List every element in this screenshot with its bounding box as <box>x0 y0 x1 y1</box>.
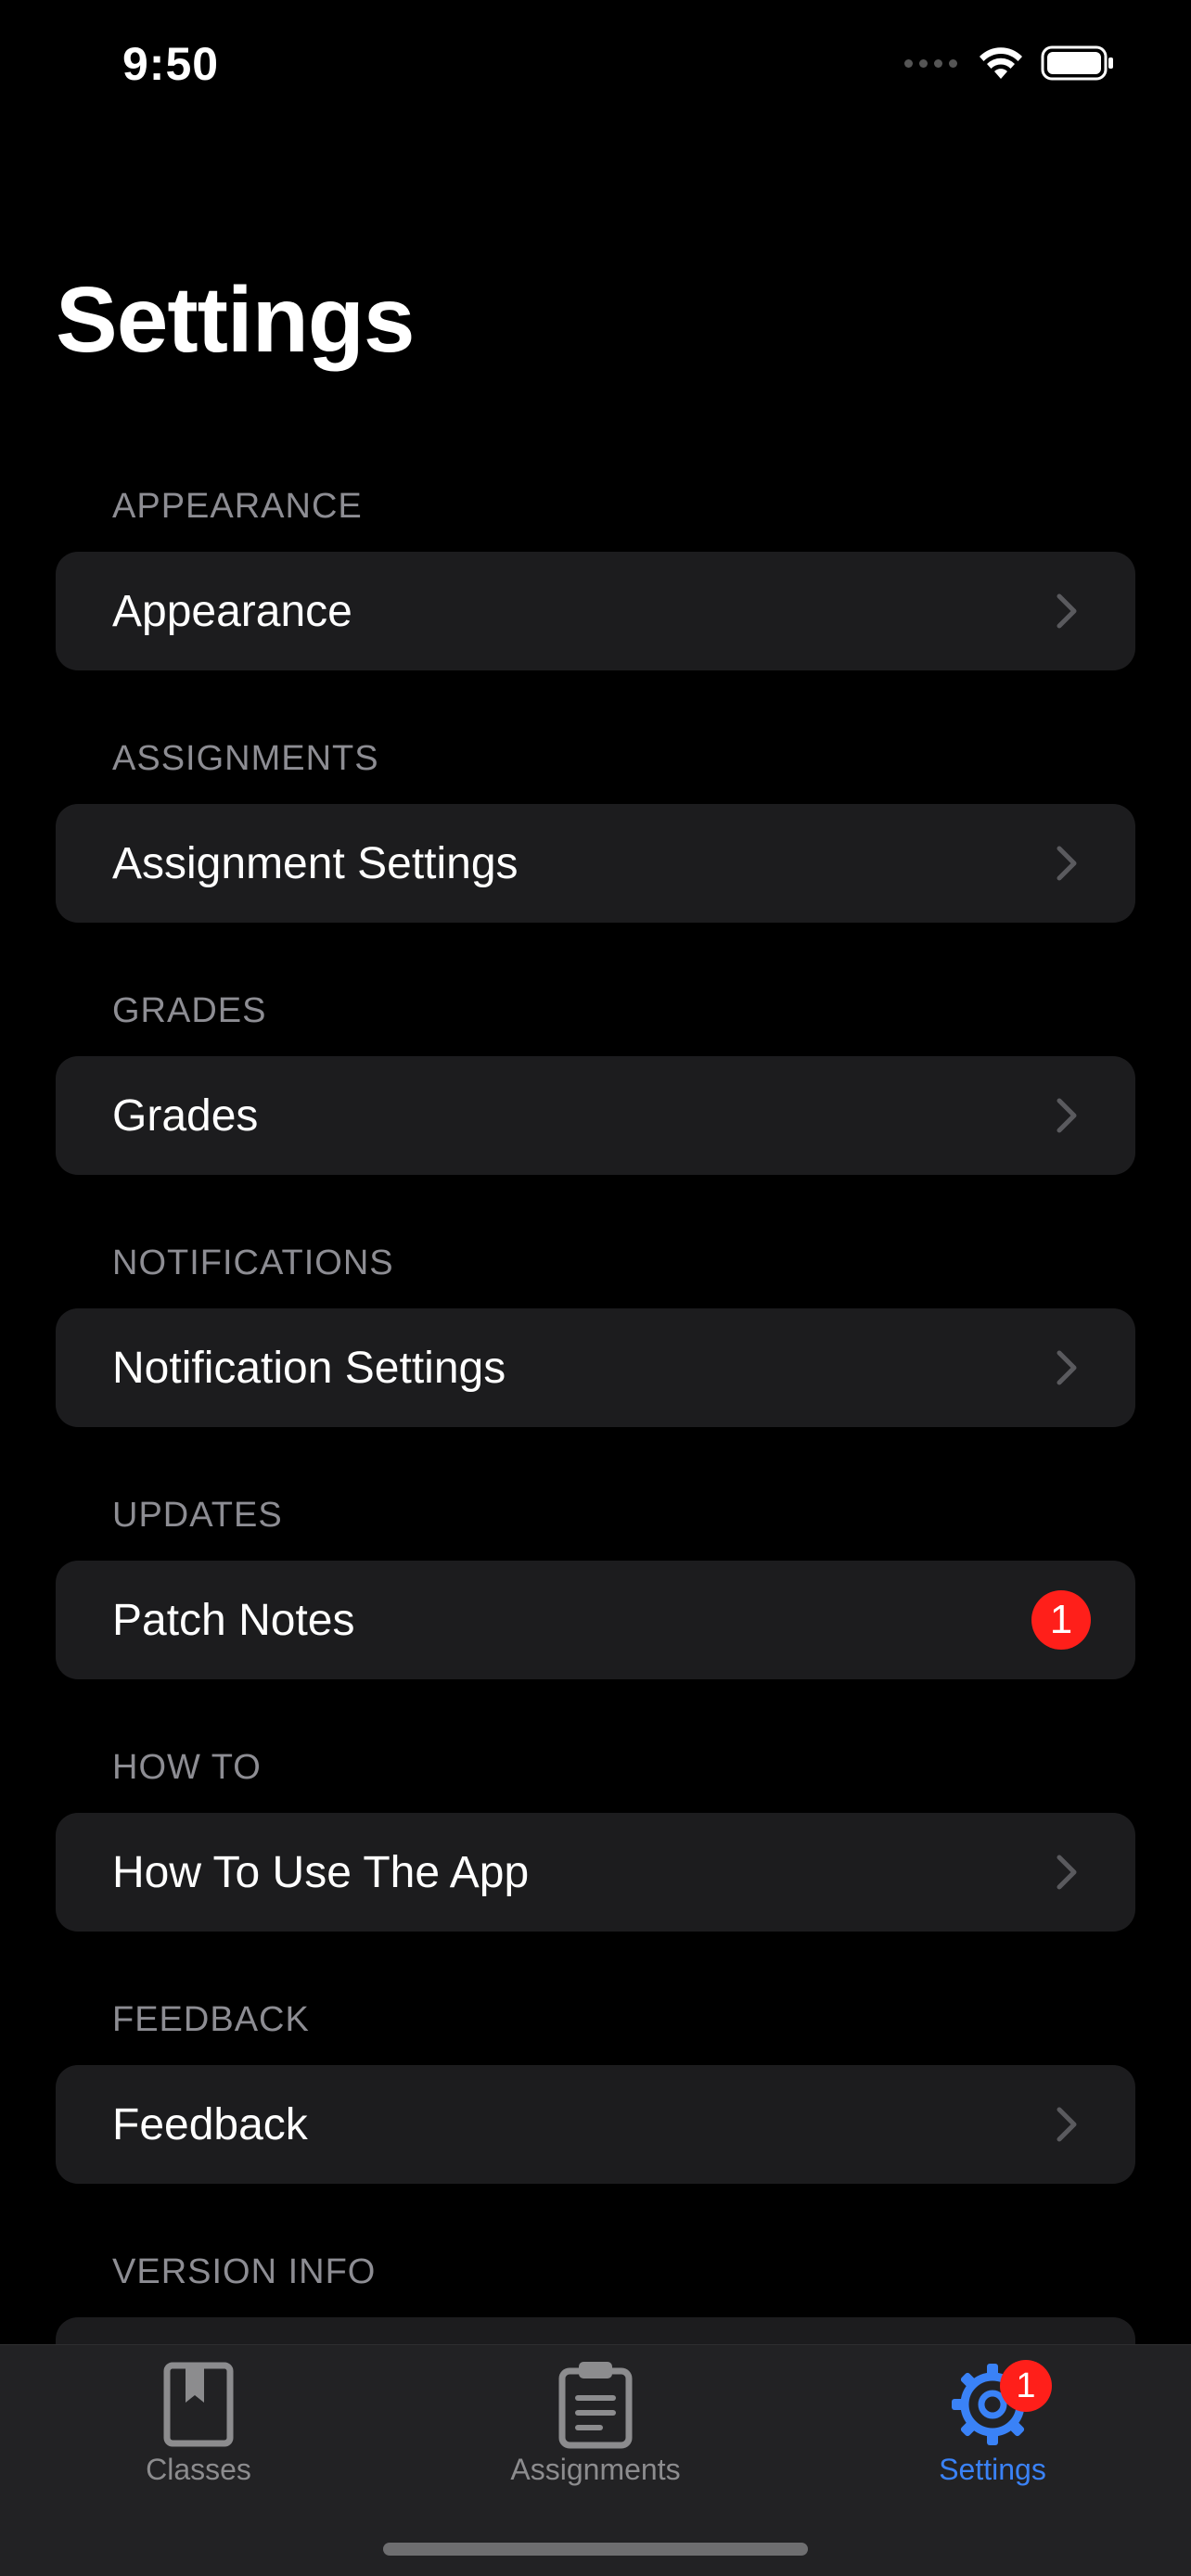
appearance-row[interactable]: Appearance <box>56 552 1135 670</box>
row-label: Patch Notes <box>112 1595 355 1645</box>
chevron-right-icon <box>1057 1350 1077 1385</box>
battery-icon <box>1041 45 1113 81</box>
how-to-use-row[interactable]: How To Use The App <box>56 1813 1135 1932</box>
page-title: Settings <box>56 268 415 372</box>
section-header-feedback: FEEDBACK <box>112 2000 310 2039</box>
tab-assignments[interactable]: Assignments <box>456 2345 735 2503</box>
grades-row[interactable]: Grades <box>56 1056 1135 1175</box>
gear-icon: 1 <box>946 2358 1052 2451</box>
row-label: How To Use The App <box>112 1847 530 1897</box>
status-icons <box>904 45 1115 82</box>
section-header-appearance: APPEARANCE <box>112 487 363 526</box>
status-time: 9:50 <box>122 38 220 90</box>
tab-label: Assignments <box>510 2453 681 2486</box>
chevron-right-icon <box>1057 2107 1077 2142</box>
book-icon <box>152 2358 245 2451</box>
feedback-row[interactable]: Feedback <box>56 2065 1135 2184</box>
assignment-settings-row[interactable]: Assignment Settings <box>56 804 1135 923</box>
unread-badge: 1 <box>1031 1590 1091 1650</box>
chevron-right-icon <box>1057 593 1077 629</box>
chevron-right-icon <box>1057 846 1077 881</box>
tab-badge: 1 <box>1000 2360 1052 2412</box>
tab-label: Classes <box>146 2453 251 2486</box>
row-label: Appearance <box>112 586 352 636</box>
chevron-right-icon <box>1057 1098 1077 1133</box>
tab-label: Settings <box>939 2453 1046 2486</box>
section-header-version-info: VERSION INFO <box>112 2252 377 2291</box>
chevron-right-icon <box>1057 1855 1077 1890</box>
home-indicator[interactable] <box>383 2543 808 2556</box>
settings-screen: 9:50 Settings APPEARANCE ASSIGNMENTS GRA… <box>0 0 1191 2576</box>
section-header-how-to: HOW TO <box>112 1748 262 1787</box>
notification-settings-row[interactable]: Notification Settings <box>56 1308 1135 1427</box>
section-header-updates: UPDATES <box>112 1496 283 1535</box>
row-label: Notification Settings <box>112 1343 506 1393</box>
row-label: Feedback <box>112 2099 308 2149</box>
section-header-assignments: ASSIGNMENTS <box>112 739 379 778</box>
clipboard-icon <box>549 2358 642 2451</box>
patch-notes-row[interactable]: Patch Notes 1 <box>56 1561 1135 1679</box>
section-header-grades: GRADES <box>112 991 267 1030</box>
tab-settings[interactable]: 1 Settings <box>853 2345 1132 2503</box>
row-label: Assignment Settings <box>112 838 519 888</box>
section-header-notifications: NOTIFICATIONS <box>112 1243 394 1282</box>
tab-bar: Classes Assignments 1 Settings <box>0 2344 1191 2576</box>
tab-classes[interactable]: Classes <box>59 2345 338 2503</box>
cellular-signal-icon <box>904 58 957 68</box>
row-label: Grades <box>112 1090 259 1141</box>
wifi-icon <box>980 47 1022 79</box>
